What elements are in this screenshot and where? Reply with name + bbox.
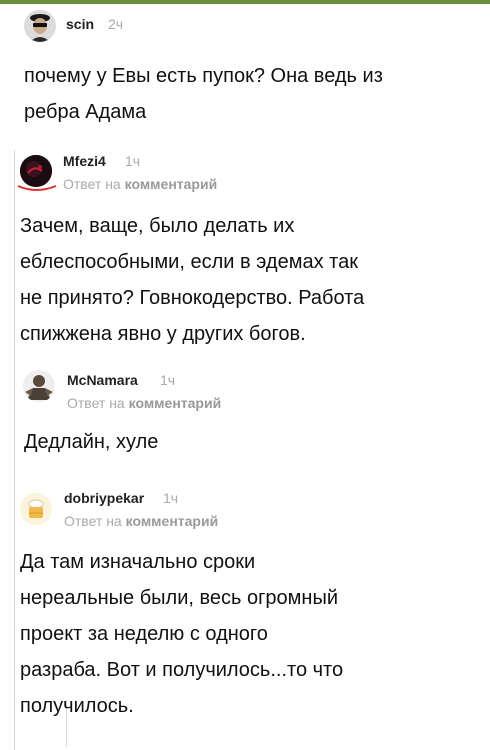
username[interactable]: scin	[66, 16, 94, 32]
avatar-swoosh-icon	[17, 185, 57, 191]
top-accent-bar	[0, 0, 490, 4]
comment-text-line: проект за неделю с одного	[20, 623, 268, 645]
comment-text-line: спижжена явно у других богов.	[20, 323, 306, 345]
timestamp: 2ч	[108, 16, 124, 32]
comment-text-line: не принято? Говнокодерство. Работа	[20, 287, 365, 309]
reply-to-link[interactable]: Ответ на комментарий	[63, 176, 217, 192]
comment-text-line: Дедлайн, хуле	[24, 431, 159, 453]
comment-text: Зачем, ваще, было делать их еблеспособны…	[20, 208, 470, 352]
username[interactable]: dobriypekar	[64, 490, 144, 506]
comment-text-line: почему у Евы есть пупок? Она ведь из	[24, 65, 383, 87]
sunglasses-man-avatar-icon[interactable]	[24, 10, 56, 42]
username[interactable]: Mfezi4	[63, 153, 106, 169]
comment-text: Да там изначально сроки нереальные были,…	[20, 544, 470, 724]
reply-prefix: Ответ на	[64, 513, 126, 529]
comment-text: Дедлайн, хуле	[24, 424, 474, 460]
timestamp: 1ч	[160, 372, 176, 388]
reply-target[interactable]: комментарий	[125, 176, 218, 192]
comment-text-line: ребра Адама	[24, 101, 147, 123]
comment-text-line: получилось.	[20, 695, 134, 717]
timestamp: 1ч	[163, 490, 179, 506]
reply-target[interactable]: комментарий	[126, 513, 219, 529]
comment-text-line: разраба. Вот и получилось...то что	[20, 659, 344, 681]
comment-text-line: Да там изначально сроки	[20, 551, 256, 573]
comment-text: почему у Евы есть пупок? Она ведь из реб…	[24, 58, 474, 130]
reply-to-link[interactable]: Ответ на комментарий	[67, 395, 221, 411]
comment-text-line: нереальные были, весь огромный	[20, 587, 339, 609]
reply-to-link[interactable]: Ответ на комментарий	[64, 513, 218, 529]
baker-avatar-icon[interactable]	[20, 493, 52, 525]
comment-text-line: еблеспособными, если в эдемах так	[20, 251, 358, 273]
timestamp: 1ч	[125, 153, 141, 169]
username[interactable]: McNamara	[67, 372, 138, 388]
thread-line	[14, 150, 15, 750]
comment-text-line: Зачем, ваще, было делать их	[20, 215, 295, 237]
reply-prefix: Ответ на	[67, 395, 129, 411]
warrior-avatar-icon[interactable]	[23, 370, 55, 402]
reply-prefix: Ответ на	[63, 176, 125, 192]
reply-target[interactable]: комментарий	[129, 395, 222, 411]
